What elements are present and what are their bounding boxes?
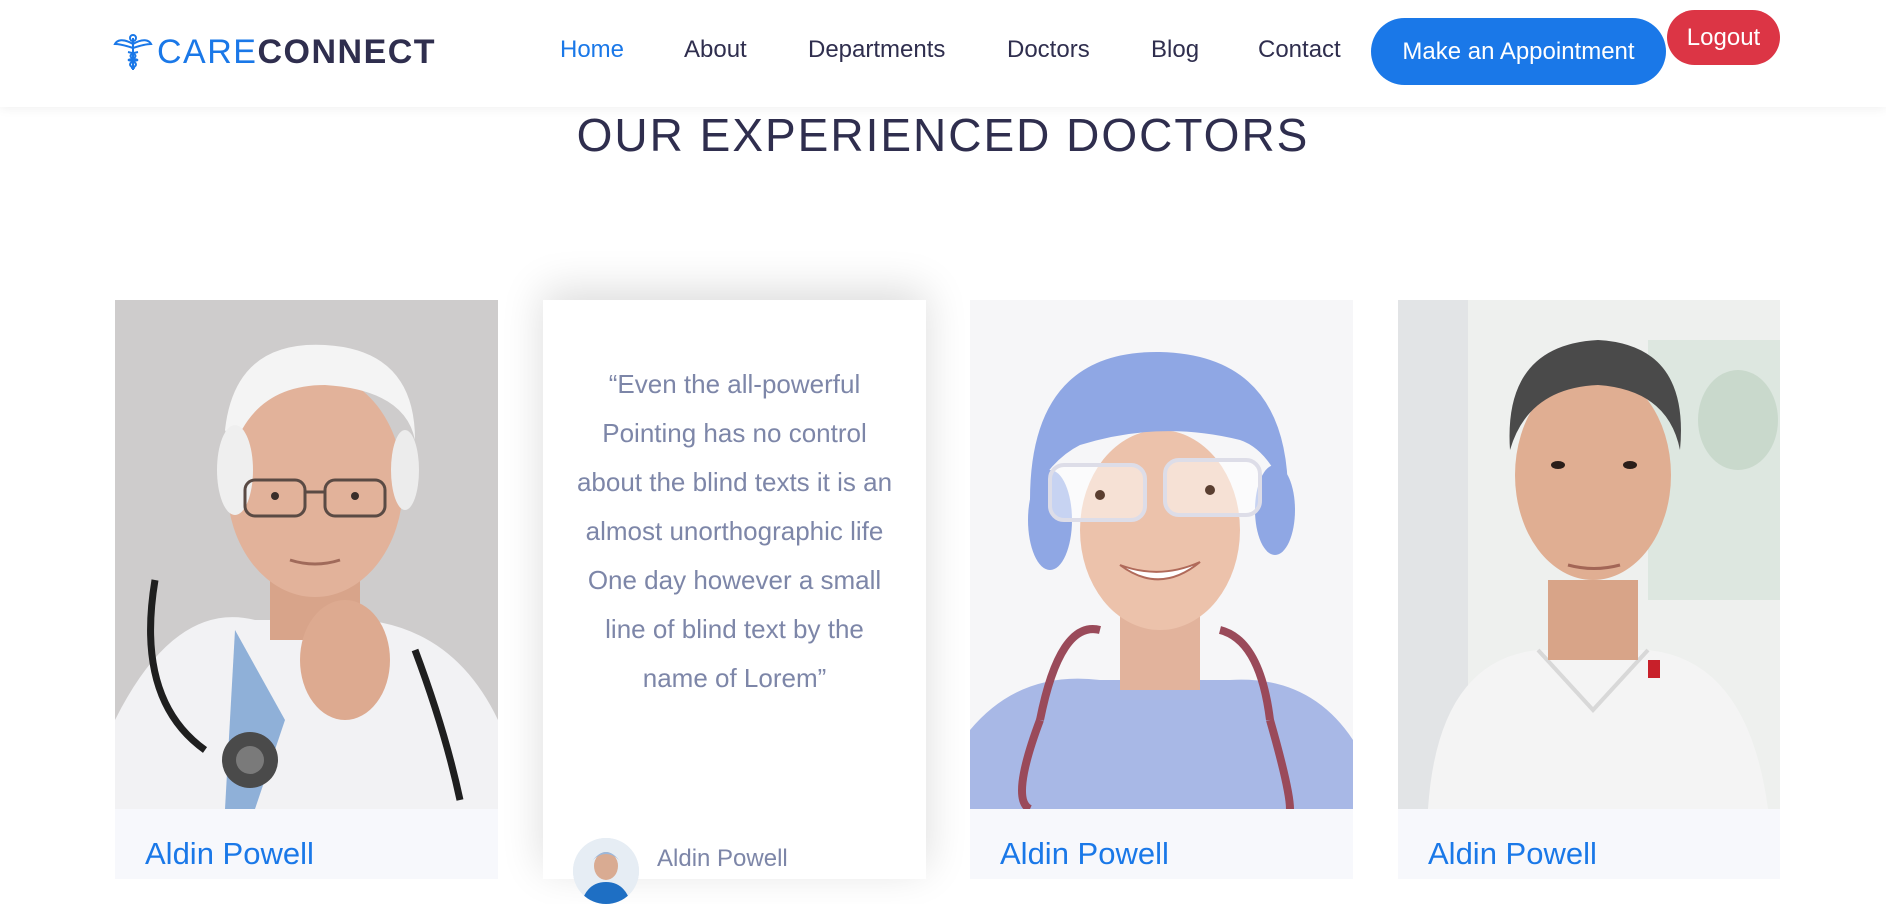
doctor-photo: [1398, 300, 1780, 809]
site-header: CARECONNECT Home About Departments Docto…: [0, 0, 1886, 107]
testimonial-card: “Even the all-powerful Pointing has no c…: [543, 300, 926, 904]
nav-doctors[interactable]: Doctors: [1007, 36, 1090, 64]
nav-about[interactable]: About: [684, 36, 747, 64]
doctor-name[interactable]: Aldin Powell: [1428, 836, 1597, 872]
testimonial-author: Aldin Powell: [657, 845, 788, 872]
section-title: OUR EXPERIENCED DOCTORS: [576, 109, 1310, 161]
nav-blog[interactable]: Blog: [1151, 36, 1199, 64]
logout-button[interactable]: Logout: [1667, 10, 1780, 65]
testimonial-quote: “Even the all-powerful Pointing has no c…: [576, 369, 893, 693]
nav-home[interactable]: Home: [560, 36, 624, 64]
nav-departments[interactable]: Departments: [808, 36, 945, 64]
doctor-card[interactable]: Aldin Powell: [1398, 300, 1780, 879]
make-appointment-button[interactable]: Make an Appointment: [1371, 18, 1666, 85]
avatar: [573, 838, 639, 904]
doctor-card[interactable]: Aldin Powell: [115, 300, 498, 879]
doctor-photo: [115, 300, 498, 809]
doctor-card[interactable]: Aldin Powell: [970, 300, 1353, 879]
doctor-photo: [970, 300, 1353, 809]
doctor-name[interactable]: Aldin Powell: [1000, 836, 1169, 872]
nav-contact[interactable]: Contact: [1258, 36, 1341, 64]
doctor-name[interactable]: Aldin Powell: [145, 836, 314, 872]
